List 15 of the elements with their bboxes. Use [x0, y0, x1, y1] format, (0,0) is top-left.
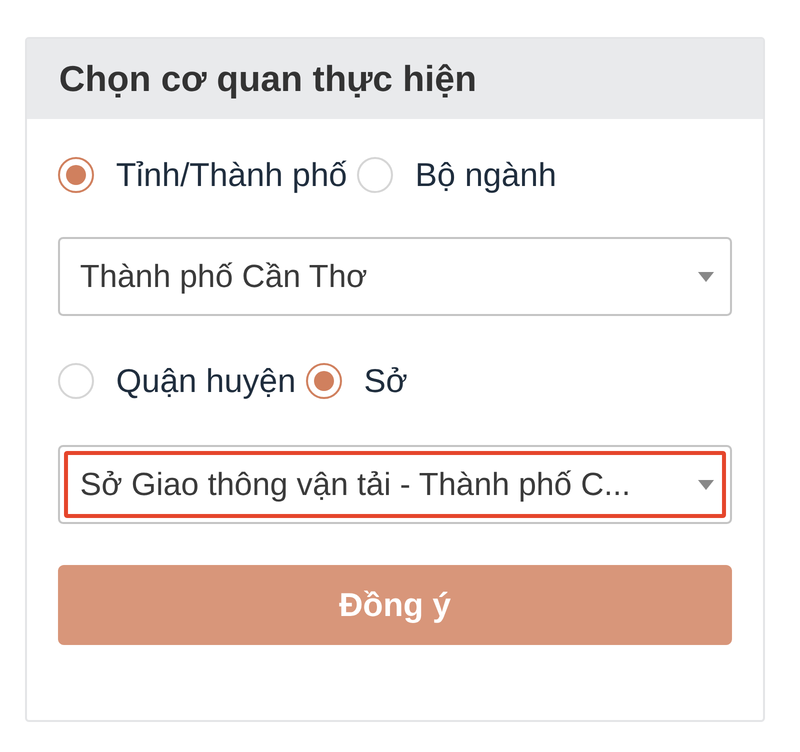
select-value: Thành phố Cần Thơ	[80, 258, 368, 295]
dropdown-select[interactable]: Sở Giao thông vận tải - Thành phố C...	[58, 445, 732, 524]
panel-title: Chọn cơ quan thực hiện	[27, 39, 763, 119]
radio-label: Quận huyện	[116, 362, 296, 400]
radio-button[interactable]	[58, 363, 94, 399]
radio-label: Tỉnh/Thành phố	[116, 156, 348, 194]
radio-label: Sở	[364, 362, 408, 400]
select-value: Sở Giao thông vận tải - Thành phố C...	[80, 466, 632, 503]
radio-label: Bộ ngành	[415, 156, 556, 194]
radio-button[interactable]	[357, 157, 394, 193]
caret-icon	[698, 480, 714, 490]
radio-button[interactable]	[306, 363, 342, 399]
caret-icon	[698, 272, 714, 282]
dropdown-select[interactable]: Thành phố Cần Thơ	[58, 237, 732, 316]
radio-button[interactable]	[58, 157, 94, 193]
